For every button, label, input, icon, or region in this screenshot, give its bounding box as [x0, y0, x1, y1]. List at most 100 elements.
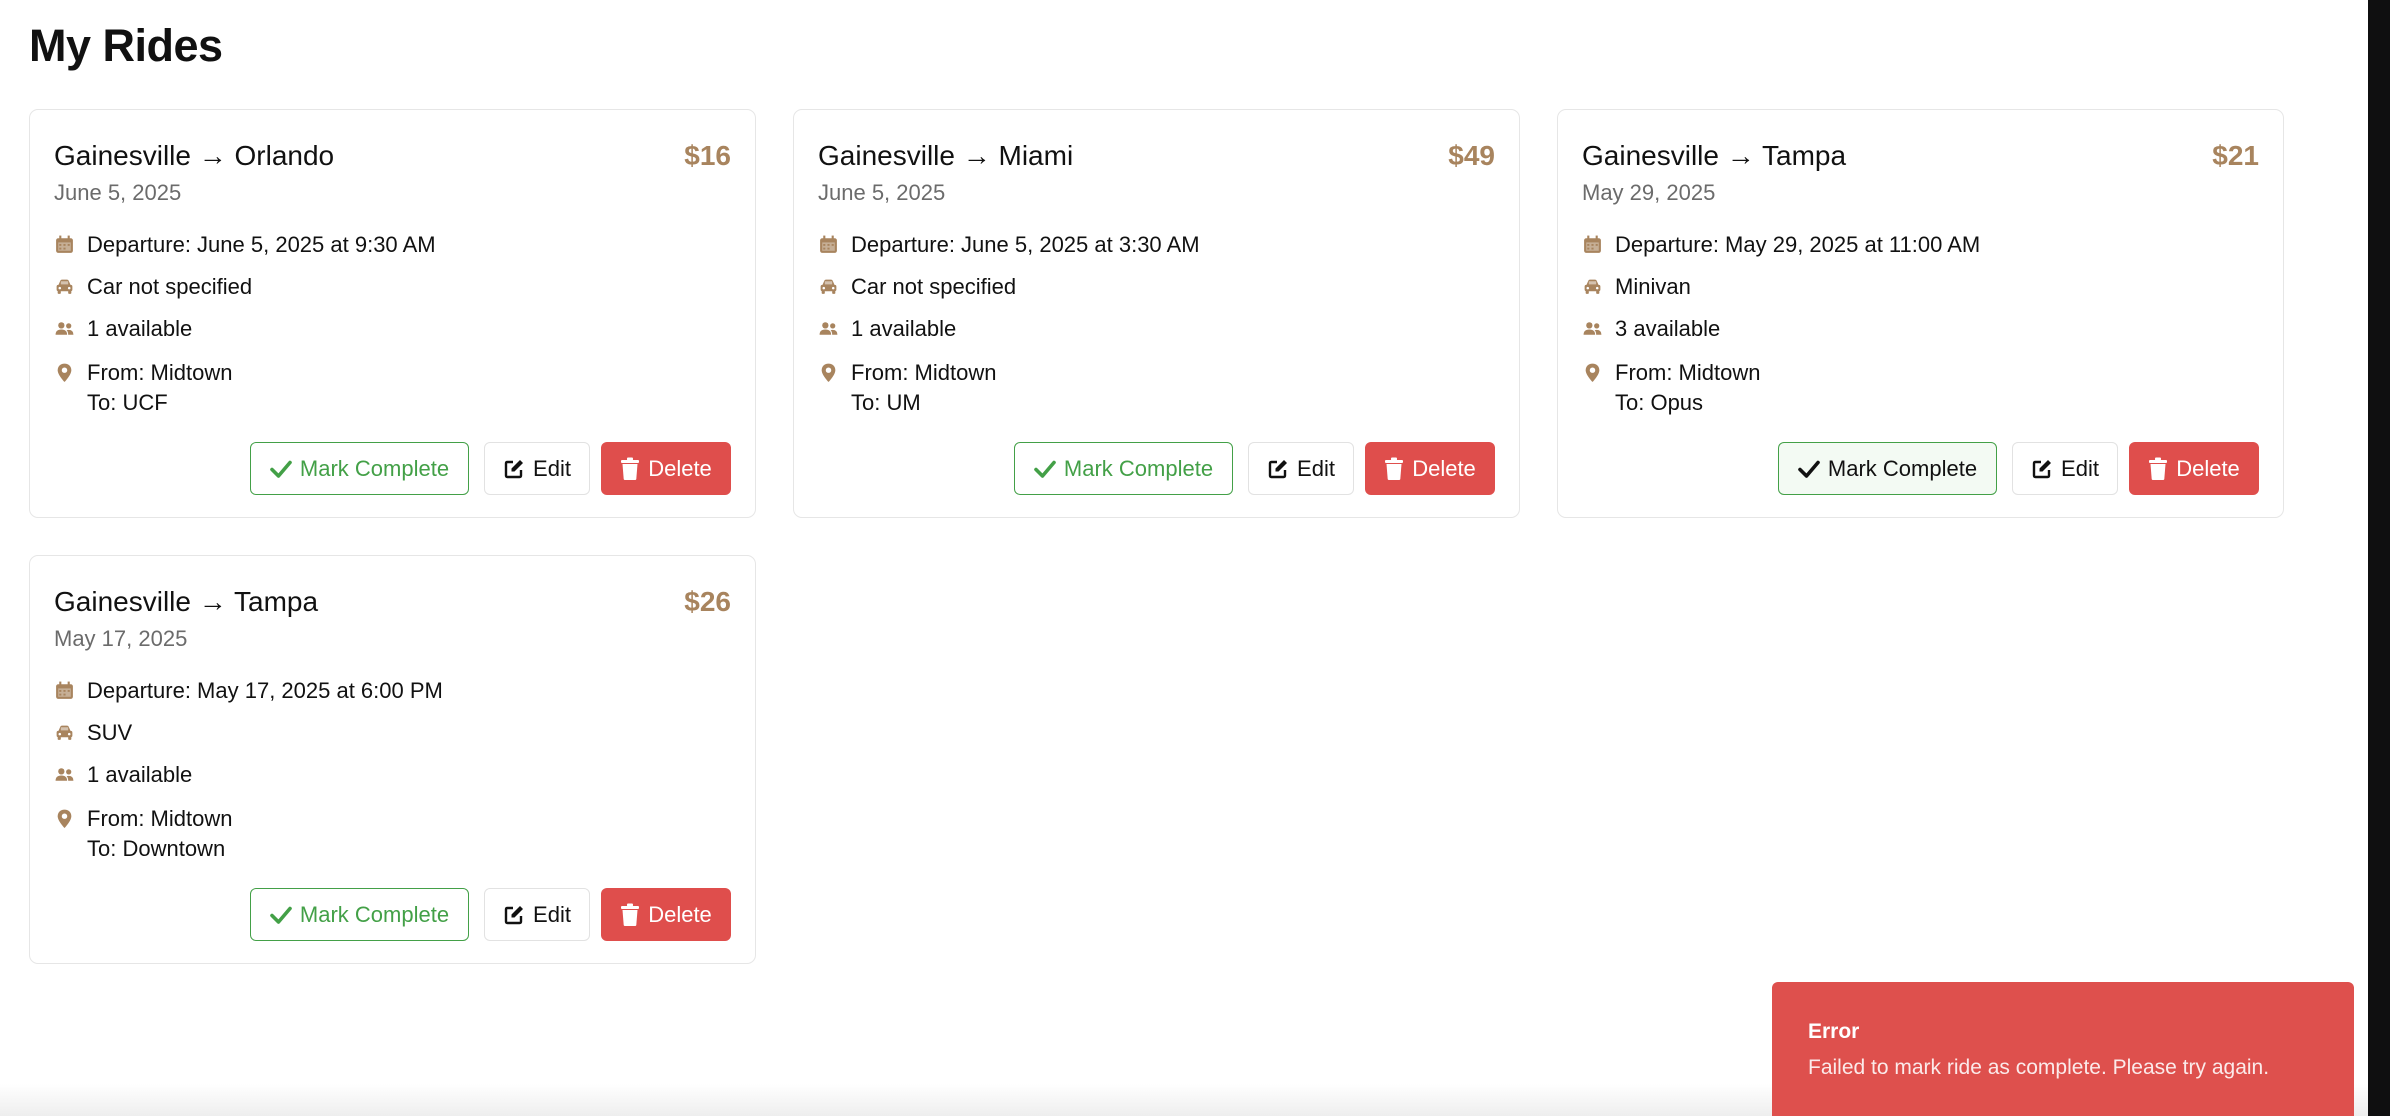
map-pin-icon	[1582, 362, 1603, 383]
seats-row: 1 available	[54, 316, 192, 342]
to-text: To: UM	[851, 390, 921, 415]
trash-icon	[620, 457, 648, 481]
seats-text: 1 available	[87, 316, 193, 341]
ride-card: Gainesville → Orlando $16 June 5, 2025 D…	[29, 109, 756, 518]
car-row: Minivan	[1582, 274, 1691, 300]
toast-title: Error	[1808, 1020, 1860, 1043]
location-text: From: Midtown To: UM	[851, 358, 996, 418]
seats-row: 3 available	[1582, 316, 1720, 342]
from-text: From: Midtown	[87, 806, 233, 831]
ride-date: May 17, 2025	[54, 626, 188, 651]
trash-icon	[620, 903, 648, 927]
departure-text: Departure: May 29, 2025 at 11:00 AM	[1615, 232, 1981, 257]
calendar-icon	[54, 680, 75, 701]
edit-label: Edit	[2061, 455, 2099, 481]
trash-icon	[2148, 457, 2176, 481]
car-icon	[1582, 276, 1603, 297]
departure-row: Departure: May 17, 2025 at 6:00 PM	[54, 678, 443, 704]
seats-row: 1 available	[818, 316, 956, 342]
location-text: From: Midtown To: Opus	[1615, 358, 1760, 418]
car-row: SUV	[54, 720, 132, 746]
car-row: Car not specified	[818, 274, 1016, 300]
departure-text: Departure: May 17, 2025 at 6:00 PM	[87, 678, 443, 703]
users-icon	[818, 318, 839, 339]
delete-label: Delete	[1412, 455, 1476, 481]
edit-icon	[1267, 458, 1297, 480]
check-icon	[270, 459, 300, 479]
ride-date: June 5, 2025	[54, 180, 182, 205]
car-text: Minivan	[1615, 274, 1691, 299]
departure-row: Departure: May 29, 2025 at 11:00 AM	[1582, 232, 1980, 258]
mark-complete-button[interactable]: Mark Complete	[1014, 442, 1233, 495]
edit-button[interactable]: Edit	[484, 442, 590, 495]
car-icon	[54, 276, 75, 297]
location-row: From: Midtown To: Downtown	[54, 804, 232, 864]
edit-button[interactable]: Edit	[1248, 442, 1354, 495]
delete-button[interactable]: Delete	[1365, 442, 1495, 495]
edit-icon	[2031, 458, 2061, 480]
to-text: To: Opus	[1615, 390, 1704, 415]
mark-complete-label: Mark Complete	[299, 455, 450, 481]
delete-label: Delete	[648, 901, 712, 927]
ride-card: Gainesville → Miami $49 June 5, 2025 Dep…	[793, 109, 1520, 518]
mark-complete-button[interactable]: Mark Complete	[1778, 442, 1997, 495]
seats-text: 3 available	[1615, 316, 1721, 341]
ride-route: Gainesville → Miami	[818, 140, 1074, 171]
ride-card: Gainesville → Tampa $21 May 29, 2025 Dep…	[1557, 109, 2284, 518]
map-pin-icon	[54, 808, 75, 829]
seats-text: 1 available	[87, 762, 193, 787]
departure-text: Departure: June 5, 2025 at 9:30 AM	[87, 232, 436, 257]
scrollbar[interactable]	[2368, 0, 2390, 1116]
ride-price: $49	[1448, 140, 1495, 171]
to-text: To: Downtown	[87, 836, 226, 861]
users-icon	[54, 318, 75, 339]
car-text: Car not specified	[851, 274, 1017, 299]
ride-price: $26	[684, 586, 731, 617]
ride-date: June 5, 2025	[818, 180, 946, 205]
check-icon	[270, 905, 300, 925]
to-text: To: UCF	[87, 390, 168, 415]
edit-label: Edit	[1297, 455, 1335, 481]
ride-route: Gainesville → Tampa	[54, 586, 319, 617]
departure-row: Departure: June 5, 2025 at 9:30 AM	[54, 232, 436, 258]
delete-button[interactable]: Delete	[601, 442, 731, 495]
seats-row: 1 available	[54, 762, 192, 788]
from-text: From: Midtown	[851, 360, 997, 385]
calendar-icon	[818, 234, 839, 255]
mark-complete-label: Mark Complete	[1063, 455, 1214, 481]
users-icon	[1582, 318, 1603, 339]
edit-label: Edit	[533, 455, 571, 481]
car-text: SUV	[87, 720, 133, 745]
toast-message: Failed to mark ride as complete. Please …	[1808, 1056, 2270, 1079]
car-icon	[54, 722, 75, 743]
edit-label: Edit	[533, 901, 571, 927]
mark-complete-button[interactable]: Mark Complete	[250, 888, 469, 941]
from-text: From: Midtown	[1615, 360, 1761, 385]
ride-price: $21	[2212, 140, 2259, 171]
calendar-icon	[1582, 234, 1603, 255]
mark-complete-label: Mark Complete	[299, 901, 450, 927]
edit-button[interactable]: Edit	[2012, 442, 2118, 495]
mark-complete-label: Mark Complete	[1827, 455, 1978, 481]
map-pin-icon	[818, 362, 839, 383]
delete-label: Delete	[648, 455, 712, 481]
from-text: From: Midtown	[87, 360, 233, 385]
ride-card: Gainesville → Tampa $26 May 17, 2025 Dep…	[29, 555, 756, 964]
map-pin-icon	[54, 362, 75, 383]
ride-date: May 29, 2025	[1582, 180, 1716, 205]
delete-label: Delete	[2176, 455, 2240, 481]
location-text: From: Midtown To: UCF	[87, 358, 232, 418]
car-text: Car not specified	[87, 274, 253, 299]
seats-text: 1 available	[851, 316, 957, 341]
ride-route: Gainesville → Orlando	[54, 140, 335, 171]
mark-complete-button[interactable]: Mark Complete	[250, 442, 469, 495]
delete-button[interactable]: Delete	[2129, 442, 2259, 495]
departure-text: Departure: June 5, 2025 at 3:30 AM	[851, 232, 1200, 257]
location-row: From: Midtown To: UCF	[54, 358, 232, 418]
error-toast[interactable]: Error Failed to mark ride as complete. P…	[1772, 982, 2354, 1116]
location-row: From: Midtown To: UM	[818, 358, 996, 418]
location-row: From: Midtown To: Opus	[1582, 358, 1760, 418]
edit-button[interactable]: Edit	[484, 888, 590, 941]
location-text: From: Midtown To: Downtown	[87, 804, 232, 864]
delete-button[interactable]: Delete	[601, 888, 731, 941]
